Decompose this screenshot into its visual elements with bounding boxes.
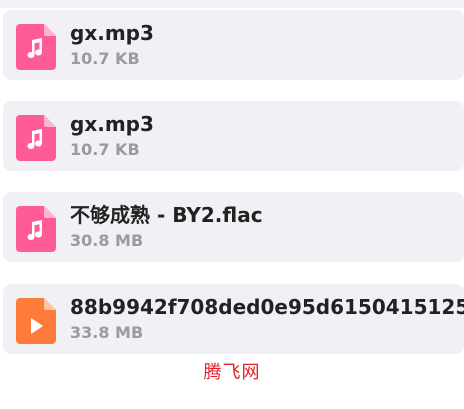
file-name: gx.mp3 (70, 21, 154, 45)
file-size: 10.7 KB (70, 49, 140, 68)
file-size: 30.8 MB (70, 231, 144, 250)
music-file-icon (16, 206, 56, 252)
file-item[interactable]: gx.mp3 10.7 KB (3, 101, 464, 171)
video-file-icon (16, 298, 56, 344)
file-item[interactable]: 不够成熟 - BY2.flac 30.8 MB (3, 192, 464, 262)
file-name: 不够成熟 - BY2.flac (70, 203, 263, 227)
file-item[interactable]: 88b9942f708ded0e95d6150415125a 33.8 MB (3, 284, 464, 354)
top-divider (0, 0, 464, 8)
file-size: 33.8 MB (70, 323, 144, 342)
watermark-text: 腾飞网 (203, 362, 261, 383)
file-size: 10.7 KB (70, 140, 140, 159)
file-name: gx.mp3 (70, 112, 154, 136)
music-file-icon (16, 24, 56, 70)
file-name: 88b9942f708ded0e95d6150415125a (70, 295, 464, 319)
music-file-icon (16, 115, 56, 161)
file-item[interactable]: gx.mp3 10.7 KB (3, 10, 464, 80)
